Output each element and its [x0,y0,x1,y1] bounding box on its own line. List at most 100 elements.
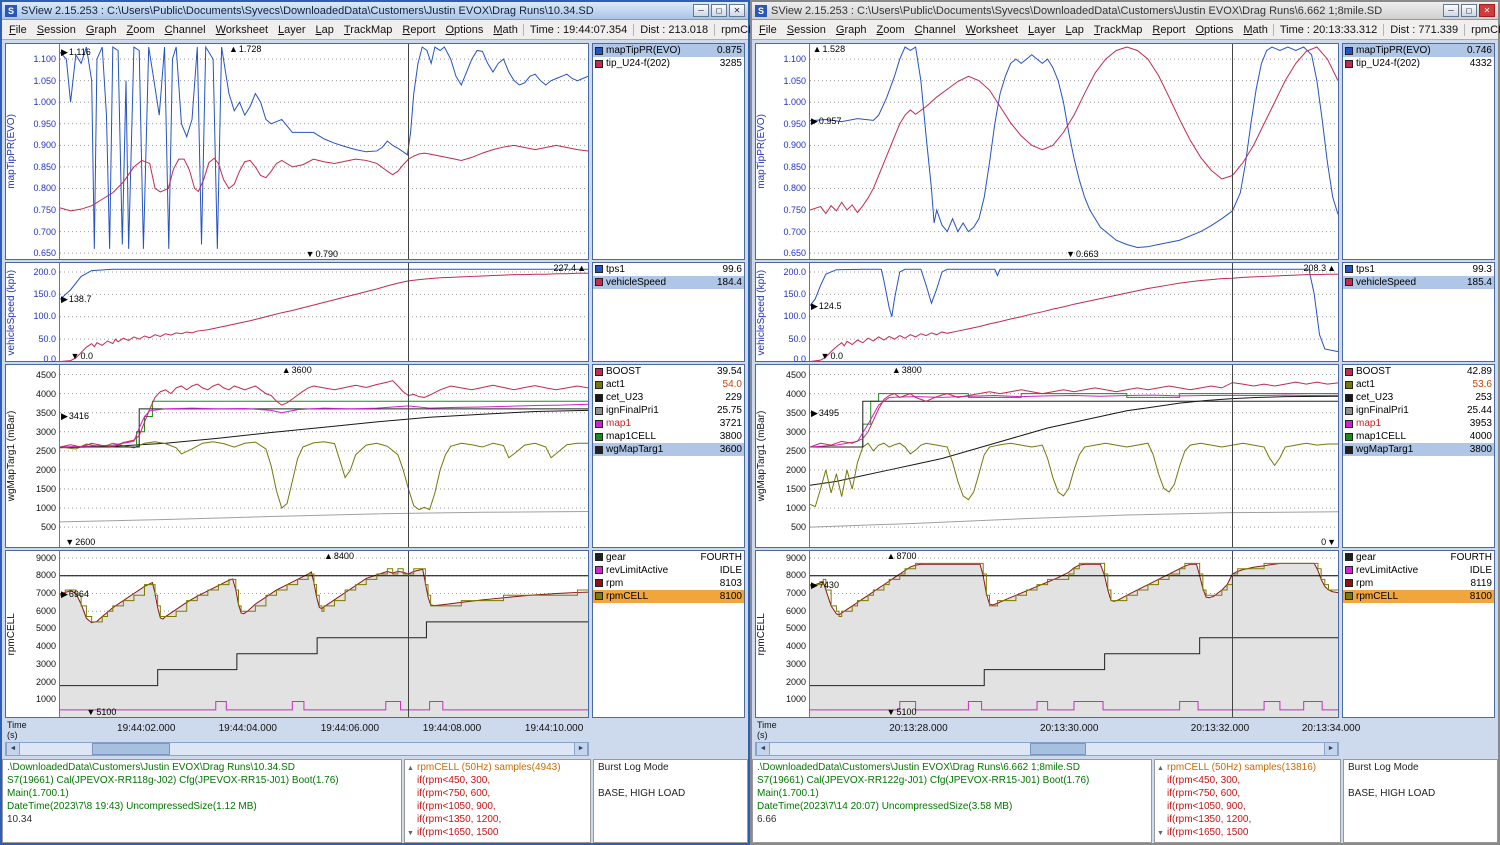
timeline-cursor[interactable] [1232,263,1233,362]
legend-row[interactable]: wgMapTarg13600 [593,443,744,456]
formula-line: if(rpm<1350, 1200, [1167,813,1336,826]
menu-layer[interactable]: Layer [1023,23,1061,37]
channel-name: wgMapTarg1 [606,444,717,455]
legend-row[interactable]: mapTipPR(EVO)0.875 [593,44,744,57]
menu-report[interactable]: Report [397,23,440,37]
menu-options[interactable]: Options [1190,23,1238,37]
scroll-right-arrow[interactable]: ► [574,743,588,755]
maximize-button[interactable]: ◻ [711,4,727,17]
legend-row[interactable]: tip_U24-f(202)3285 [593,57,744,70]
legend-row[interactable]: vehicleSpeed184.4 [593,276,744,289]
menu-math[interactable]: Math [1238,23,1272,37]
legend-row[interactable]: revLimitActiveIDLE [593,564,744,577]
menu-layer[interactable]: Layer [273,23,311,37]
legend-row[interactable]: cet_U23253 [1343,391,1494,404]
legend-row[interactable]: act154.0 [593,378,744,391]
menu-math[interactable]: Math [488,23,522,37]
plot-area[interactable]: ▲1.728▼0.790▶1.116 [60,44,588,259]
scroll-down-icon[interactable]: ▼ [1157,827,1164,840]
menu-trackmap[interactable]: TrackMap [1089,23,1148,37]
legend-row[interactable]: map13721 [593,417,744,430]
timeline-cursor[interactable] [1232,44,1233,259]
plot-area[interactable]: ▲8700▼5100▶7430 [810,551,1338,717]
legend-row[interactable]: gearFOURTH [593,551,744,564]
horizontal-scrollbar[interactable]: ◄► [755,742,1339,756]
marker-min-value: 0.0 [830,351,843,361]
legend-row[interactable]: map1CELL4000 [1343,430,1494,443]
legend-row[interactable]: rpm8103 [593,577,744,590]
legend-row[interactable]: rpmCELL8100 [1343,590,1494,603]
menu-worksheet[interactable]: Worksheet [961,23,1023,37]
legend-row[interactable]: tps199.6 [593,263,744,276]
menu-trackmap[interactable]: TrackMap [339,23,398,37]
close-button[interactable]: ✕ [729,4,745,17]
legend-row[interactable]: map13953 [1343,417,1494,430]
timeline-cursor[interactable] [408,551,409,717]
legend-row[interactable]: rpm8119 [1343,577,1494,590]
legend-row[interactable]: vehicleSpeed185.4 [1343,276,1494,289]
plot-area[interactable]: ▲3800▶34950▼ [810,365,1338,546]
menu-zoom[interactable]: Zoom [871,23,909,37]
legend-row[interactable]: cet_U23229 [593,391,744,404]
trace-ignFinalPri1 [810,512,1338,527]
legend-row[interactable]: gearFOURTH [1343,551,1494,564]
plot-area[interactable]: ▲1.528▼0.663▶0.957 [810,44,1338,259]
legend-row[interactable]: wgMapTarg13800 [1343,443,1494,456]
menu-options[interactable]: Options [440,23,488,37]
maximize-button[interactable]: ◻ [1461,4,1477,17]
legend-row[interactable]: rpmCELL8100 [593,590,744,603]
legend-row[interactable]: ignFinalPri125.44 [1343,404,1494,417]
timeline-cursor[interactable] [408,263,409,362]
marker-max-value: 1.728 [239,44,262,54]
channel-color-swatch [595,278,603,286]
legend-row[interactable]: tip_U24-f(202)4332 [1343,57,1494,70]
scrollbar-track[interactable] [770,743,1324,755]
time-axis-label-line1: Time [7,720,27,730]
legend-row[interactable]: revLimitActiveIDLE [1343,564,1494,577]
legend-row[interactable]: tps199.3 [1343,263,1494,276]
scrollbar-thumb[interactable] [1030,743,1085,755]
menu-channel[interactable]: Channel [160,23,211,37]
menu-file[interactable]: File [754,23,782,37]
menu-lap[interactable]: Lap [311,23,339,37]
title-bar[interactable]: SSView 2.15.253 : C:\Users\Public\Docume… [2,2,748,20]
legend-row[interactable]: act153.6 [1343,378,1494,391]
scroll-right-arrow[interactable]: ► [1324,743,1338,755]
scrollbar-thumb[interactable] [92,743,170,755]
menu-worksheet[interactable]: Worksheet [211,23,273,37]
plot-area[interactable]: ▲8400▼5100▶6964 [60,551,588,717]
minimize-button[interactable]: ─ [693,4,709,17]
menu-session[interactable]: Session [782,23,831,37]
scroll-up-icon[interactable]: ▲ [407,762,414,775]
scroll-left-arrow[interactable]: ◄ [6,743,20,755]
scroll-left-arrow[interactable]: ◄ [756,743,770,755]
scrollbar-track[interactable] [20,743,574,755]
title-bar[interactable]: SSView 2.15.253 : C:\Users\Public\Docume… [752,2,1498,20]
marker-min: ▼2600 [65,537,95,547]
menu-graph[interactable]: Graph [831,23,872,37]
legend-row[interactable]: map1CELL3800 [593,430,744,443]
legend-row[interactable]: BOOST39.54 [593,365,744,378]
plot-area[interactable]: ▲3600▼2600▶3416 [60,365,588,546]
menu-lap[interactable]: Lap [1061,23,1089,37]
menu-file[interactable]: File [4,23,32,37]
menu-zoom[interactable]: Zoom [121,23,159,37]
minimize-button[interactable]: ─ [1443,4,1459,17]
timeline-cursor[interactable] [1232,365,1233,546]
plot-area[interactable]: ▼0.0▶124.5208.3▲ [810,263,1338,362]
plot-area[interactable]: ▼0.0▶138.7227.4▲ [60,263,588,362]
scroll-up-icon[interactable]: ▲ [1157,762,1164,775]
menu-report[interactable]: Report [1147,23,1190,37]
timeline-cursor[interactable] [408,365,409,546]
menu-graph[interactable]: Graph [81,23,122,37]
timeline-cursor[interactable] [1232,551,1233,717]
menu-channel[interactable]: Channel [910,23,961,37]
timeline-cursor[interactable] [408,44,409,259]
legend-row[interactable]: mapTipPR(EVO)0.746 [1343,44,1494,57]
close-button[interactable]: ✕ [1479,4,1495,17]
menu-session[interactable]: Session [32,23,81,37]
legend-row[interactable]: ignFinalPri125.75 [593,404,744,417]
horizontal-scrollbar[interactable]: ◄► [5,742,589,756]
scroll-down-icon[interactable]: ▼ [407,827,414,840]
legend-row[interactable]: BOOST42.89 [1343,365,1494,378]
